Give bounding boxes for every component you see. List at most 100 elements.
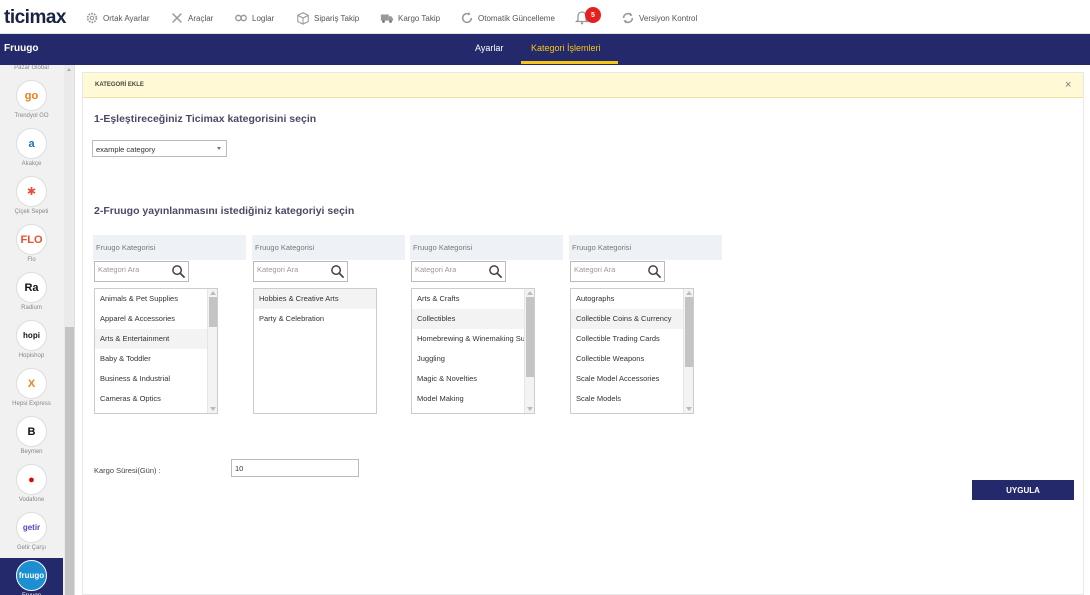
list-item[interactable]: Autographs <box>571 289 693 309</box>
category-search-input[interactable]: Kategori Ara <box>411 261 506 282</box>
list-item[interactable]: Party & Celebration <box>254 309 376 329</box>
sidebar-item-1[interactable]: a Akakçe <box>0 126 63 174</box>
list-item[interactable]: Collectible Weapons <box>571 349 693 369</box>
list-item[interactable]: Scale Model Accessories <box>571 369 693 389</box>
search-icon[interactable] <box>171 264 186 279</box>
fruugo-category-column: Fruugo Kategorisi Kategori Ara Animals & P… <box>93 235 246 415</box>
refresh-icon <box>461 11 473 24</box>
nav-kargo-takip[interactable]: Kargo Takip <box>380 10 440 26</box>
search-placeholder: Kategori Ara <box>574 265 616 274</box>
tab-kategori-islemleri[interactable]: Kategori İşlemleri <box>531 43 601 53</box>
kargo-suresi-input[interactable] <box>231 459 359 477</box>
sidebar-item-6[interactable]: X Hepsi Express <box>0 366 63 414</box>
nav-label: Araçlar <box>188 13 214 23</box>
sidebar-item-label: Pazar Global <box>14 65 49 71</box>
nav-ortak-ayarlar[interactable]: Ortak Ayarlar <box>85 10 150 26</box>
list-item[interactable]: Cameras & Optics <box>95 389 217 409</box>
list-item[interactable]: Magic & Novelties <box>412 369 534 389</box>
list-item[interactable]: Baby & Toddler <box>95 349 217 369</box>
list-item[interactable]: Arts & Crafts <box>412 289 534 309</box>
close-icon[interactable]: × <box>1065 79 1071 91</box>
ticimax-category-select[interactable]: example category <box>92 140 227 157</box>
list-scrollbar[interactable] <box>207 289 217 413</box>
list-item[interactable]: Collectible Coins & Currency <box>571 309 693 329</box>
category-list[interactable]: Animals & Pet Supplies Apparel & Accessor… <box>94 288 218 414</box>
scroll-down-icon[interactable] <box>686 407 692 411</box>
list-item[interactable]: Homebrewing & Winemaking Sup <box>412 329 534 349</box>
sidebar-item-5[interactable]: hopi Hopishop <box>0 318 63 366</box>
nav-label: Kargo Takip <box>398 13 441 23</box>
sidebar-item-label: Vodafone <box>18 497 45 503</box>
category-search-input[interactable]: Kategori Ara <box>253 261 348 282</box>
sidebar-item-0[interactable]: go Trendyol GO <box>0 78 63 126</box>
tab-ayarlar[interactable]: Ayarlar <box>475 43 503 53</box>
marketplace-logo-icon: a <box>16 128 47 159</box>
scroll-up-icon[interactable] <box>686 291 692 295</box>
sidebar-scroll-thumb[interactable] <box>65 327 74 595</box>
scroll-up-icon[interactable] <box>210 291 216 295</box>
notification-badge[interactable]: 5 <box>585 7 601 23</box>
banner-title: KATEGORİ EKLE <box>95 82 144 88</box>
sidebar-item-4[interactable]: Ra Radium <box>0 270 63 318</box>
nav-label: Versiyon Kontrol <box>639 13 698 23</box>
list-scrollbar[interactable] <box>524 289 534 413</box>
nav-label: Otomatik Güncelleme <box>478 13 555 23</box>
sidebar-item-7[interactable]: B Beymen <box>0 414 63 462</box>
main-panel: KATEGORİ EKLE × 1-Eşleştireceğiniz Ticim… <box>82 72 1084 595</box>
list-item[interactable]: Collectibles <box>412 309 534 329</box>
category-list[interactable]: Autographs Collectible Coins & Currency Co… <box>570 288 694 414</box>
column-header: Fruugo Kategorisi <box>410 235 563 260</box>
scroll-down-icon[interactable] <box>527 407 533 411</box>
select-value: example category <box>96 145 156 154</box>
list-item[interactable]: Model Making <box>412 389 534 409</box>
apply-button[interactable]: UYGULA <box>972 480 1074 500</box>
nav-otomatik-guncelleme[interactable]: Otomatik Güncelleme <box>460 10 555 26</box>
scroll-thumb[interactable] <box>526 297 534 377</box>
category-search-input[interactable]: Kategori Ara <box>94 261 189 282</box>
search-icon[interactable] <box>647 264 662 279</box>
list-item[interactable]: Juggling <box>412 349 534 369</box>
sidebar-item-9[interactable]: getir Getir Çarşı <box>0 510 63 558</box>
list-item[interactable]: Business & Industrial <box>95 369 217 389</box>
search-icon[interactable] <box>488 264 503 279</box>
sidebar-item-8[interactable]: ● Vodafone <box>0 462 63 510</box>
category-search-input[interactable]: Kategori Ara <box>570 261 665 282</box>
marketplace-logo-icon: ● <box>16 464 47 495</box>
scroll-thumb[interactable] <box>685 297 693 367</box>
top-bar: ticimax Ortak Ayarlar Araçlar Loglar Sip… <box>0 0 1090 34</box>
nav-araclar[interactable]: Araçlar <box>170 10 213 26</box>
search-icon[interactable] <box>330 264 345 279</box>
list-item[interactable]: Apparel & Accessories <box>95 309 217 329</box>
scroll-up-icon[interactable] <box>527 291 533 295</box>
sidebar-item-10[interactable]: fruugoFruugo <box>0 558 63 595</box>
sidebar-item-label: Akakçe <box>21 161 42 167</box>
sidebar-item-label: Hepsi Express <box>12 401 51 407</box>
marketplace-logo-icon: B <box>16 416 47 447</box>
sidebar-item-3[interactable]: FLO Flo <box>0 222 63 270</box>
scroll-down-icon[interactable] <box>210 407 216 411</box>
gear-icon <box>86 12 98 24</box>
list-item[interactable]: Hobbies & Creative Arts <box>254 289 376 309</box>
nav-label: Ortak Ayarlar <box>103 13 150 23</box>
nav-loglar[interactable]: Loglar <box>234 10 274 26</box>
scroll-up-icon[interactable] <box>67 68 71 71</box>
category-list[interactable]: Hobbies & Creative Arts Party & Celebrati… <box>253 288 377 414</box>
nav-siparis-takip[interactable]: Sipariş Takip <box>296 10 359 26</box>
list-item[interactable]: Collectible Trading Cards <box>571 329 693 349</box>
list-item[interactable]: Scale Models <box>571 389 693 409</box>
list-item[interactable]: Animals & Pet Supplies <box>95 289 217 309</box>
ticimax-logo[interactable]: ticimax <box>4 7 66 29</box>
truck-icon <box>380 14 394 23</box>
list-scrollbar[interactable] <box>683 289 693 413</box>
sidebar-item-2[interactable]: ✱ Çiçek Sepeti <box>0 174 63 222</box>
category-list[interactable]: Arts & Crafts Collectibles Homebrewing & W… <box>411 288 535 414</box>
scroll-thumb[interactable] <box>209 297 217 327</box>
active-tab-indicator <box>521 61 618 64</box>
kargo-suresi-label: Kargo Süresi(Gün) : <box>94 466 161 475</box>
marketplace-logo-icon: FLO <box>16 224 47 255</box>
search-placeholder: Kategori Ara <box>257 265 299 274</box>
sidebar-item-label: Getir Çarşı <box>16 545 46 551</box>
nav-versiyon-kontrol[interactable]: Versiyon Kontrol <box>621 10 697 26</box>
marketplace-logo-icon: Ra <box>16 272 47 303</box>
list-item[interactable]: Arts & Entertainment <box>95 329 217 349</box>
